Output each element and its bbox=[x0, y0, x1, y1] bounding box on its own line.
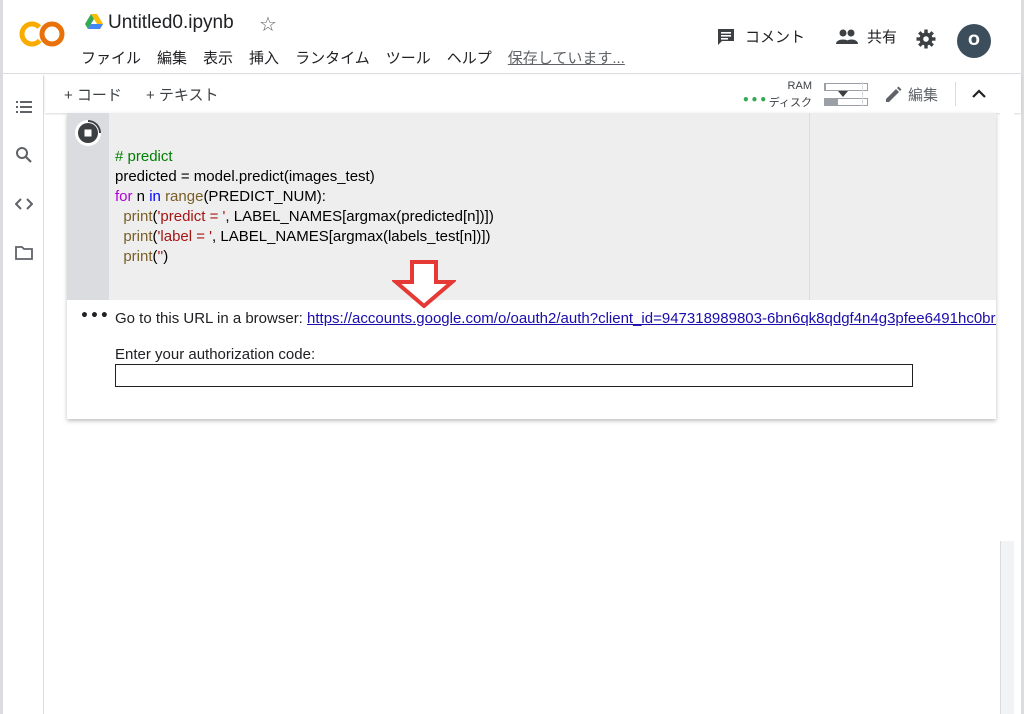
code-snippets-icon[interactable] bbox=[15, 195, 33, 213]
menu-edit[interactable]: 編集 bbox=[157, 47, 187, 68]
chevron-up-icon[interactable] bbox=[972, 89, 986, 98]
colab-header: Untitled0.ipynb ☆ ファイル 編集 表示 挿入 ランタイム ツー… bbox=[3, 0, 1021, 74]
comment-label: コメント bbox=[745, 29, 806, 46]
runtime-resources[interactable]: ••• RAM ディスク bbox=[742, 80, 882, 110]
notebook-title[interactable]: Untitled0.ipynb bbox=[108, 12, 234, 34]
comment-button[interactable]: コメント bbox=[717, 26, 805, 47]
edit-label: 編集 bbox=[908, 87, 939, 104]
comment-icon bbox=[718, 28, 734, 45]
code-line: print('predict = ', LABEL_NAMES[argmax(p… bbox=[123, 208, 494, 225]
output-menu-icon[interactable]: ••• bbox=[80, 308, 110, 324]
add-text-button[interactable]: + テキスト bbox=[146, 84, 218, 105]
folder-icon[interactable] bbox=[15, 244, 33, 262]
search-icon[interactable] bbox=[15, 146, 33, 164]
share-label: 共有 bbox=[867, 29, 898, 46]
people-icon bbox=[836, 29, 858, 44]
output-prefix: Go to this URL in a browser: bbox=[115, 310, 308, 327]
code-line: for n in range(PREDICT_NUM): bbox=[115, 188, 326, 205]
table-of-contents-icon[interactable] bbox=[15, 98, 33, 116]
code-line: predicted = model.predict(images_test) bbox=[115, 168, 375, 185]
toolbar-divider bbox=[862, 82, 863, 106]
saving-status[interactable]: 保存しています... bbox=[508, 47, 625, 68]
scrollbar-track bbox=[1000, 113, 1014, 541]
stop-execution-icon[interactable] bbox=[74, 119, 102, 147]
auth-prompt: Enter your authorization code: bbox=[115, 346, 316, 363]
toolbar-divider bbox=[955, 82, 956, 106]
menu-view[interactable]: 表示 bbox=[203, 47, 233, 68]
output-url-line: Go to this URL in a browser: https://acc… bbox=[115, 310, 996, 327]
code-line: print('label = ', LABEL_NAMES[argmax(lab… bbox=[123, 228, 491, 245]
edit-button[interactable]: 編集 bbox=[884, 84, 938, 105]
menu-bar: ファイル 編集 表示 挿入 ランタイム ツール ヘルプ 保存しています... bbox=[81, 47, 641, 68]
star-icon[interactable]: ☆ bbox=[259, 12, 277, 36]
chevron-down-icon[interactable] bbox=[838, 91, 848, 97]
avatar[interactable]: O bbox=[957, 24, 991, 58]
cell-gutter bbox=[67, 113, 109, 300]
menu-file[interactable]: ファイル bbox=[81, 47, 141, 68]
runtime-status-icon: ••• bbox=[742, 93, 769, 107]
menu-help[interactable]: ヘルプ bbox=[447, 47, 492, 68]
share-button[interactable]: 共有 bbox=[836, 26, 897, 47]
pencil-icon bbox=[886, 86, 902, 102]
menu-insert[interactable]: 挿入 bbox=[249, 47, 279, 68]
notebook-toolbar: + コード + テキスト ••• RAM ディスク bbox=[45, 75, 1021, 113]
gear-icon[interactable] bbox=[916, 29, 936, 49]
drive-icon bbox=[85, 14, 103, 29]
ram-label: RAM bbox=[787, 80, 812, 92]
menu-runtime[interactable]: ランタイム bbox=[295, 47, 370, 68]
left-sidebar bbox=[3, 75, 44, 714]
down-arrow-annotation-icon bbox=[392, 260, 456, 308]
code-line: # predict bbox=[115, 148, 173, 165]
disk-label: ディスク bbox=[768, 97, 812, 109]
code-editor-margin bbox=[809, 113, 996, 300]
oauth-link[interactable]: https://accounts.google.com/o/oauth2/aut… bbox=[307, 310, 996, 327]
auth-code-input[interactable] bbox=[115, 364, 913, 387]
scrollbar[interactable] bbox=[1000, 541, 1014, 714]
colab-logo[interactable] bbox=[19, 20, 65, 48]
add-code-button[interactable]: + コード bbox=[64, 84, 122, 105]
menu-tools[interactable]: ツール bbox=[386, 47, 431, 68]
